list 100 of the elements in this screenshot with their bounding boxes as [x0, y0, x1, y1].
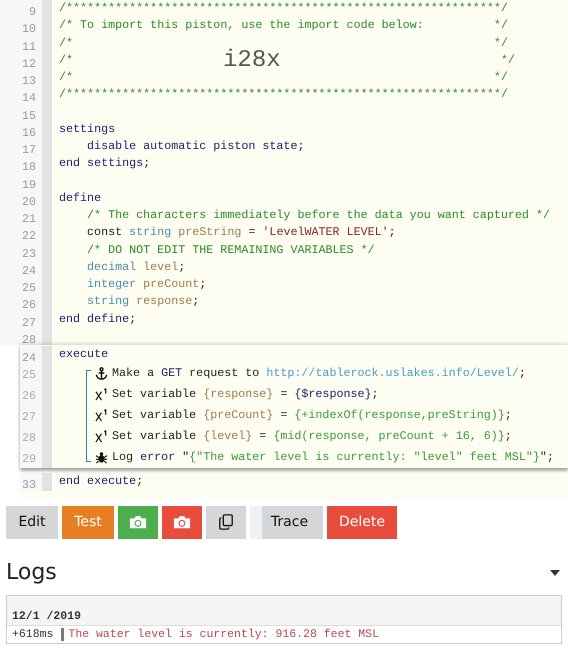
- line-number: 13: [22, 74, 36, 88]
- code-text: ;: [504, 428, 512, 446]
- code-type: decimal: [87, 258, 138, 276]
- code-text: ;: [372, 386, 379, 404]
- line-number: 27: [22, 316, 36, 330]
- code-text: ;: [297, 138, 304, 156]
- code-expression: {"The water level is currently: "level" feet MSL"}: [189, 449, 540, 466]
- code-variable: level: [143, 258, 178, 276]
- line-number: 16: [22, 126, 36, 140]
- code-keyword: {$response}: [294, 386, 372, 404]
- code-text: ;: [136, 473, 144, 490]
- code-text: ";: [540, 449, 554, 466]
- code-text: ;: [192, 293, 200, 310]
- code-variable: response: [136, 293, 192, 310]
- copy-button[interactable]: [206, 506, 246, 538]
- url-link[interactable]: http://tablerock.uslakes.info/Level/: [266, 363, 519, 384]
- code-text: ;: [388, 224, 396, 242]
- code-text: ;: [199, 276, 206, 294]
- line-number: 15: [22, 108, 36, 122]
- line-number: 18: [22, 160, 36, 174]
- code-variable: preCount: [143, 276, 200, 294]
- code-text: ": [181, 449, 190, 466]
- line-number: 28: [22, 332, 36, 347]
- code-comment: /**************************************************************/: [59, 86, 508, 104]
- code-text: =: [258, 428, 268, 446]
- code-comment: /**************************************************************/: [59, 0, 508, 18]
- line-number: 24: [22, 264, 36, 278]
- bug-icon: [95, 451, 108, 464]
- code-text: Log: [112, 449, 134, 466]
- camera-button[interactable]: [118, 506, 158, 538]
- line-number: 24: [22, 351, 36, 365]
- caret-icon[interactable]: [550, 570, 560, 576]
- code-text: ;: [129, 310, 136, 328]
- line-number: 11: [22, 40, 36, 54]
- line-number: 33: [22, 478, 36, 492]
- code-text: Set variable: [112, 428, 198, 446]
- code-text: =: [279, 407, 288, 424]
- log-message: The water level is currently: 916.28 feet MSL: [68, 628, 379, 640]
- code-text: request to: [188, 365, 260, 382]
- line-number: 17: [22, 143, 36, 157]
- code-comment: /*: [59, 52, 74, 69]
- copy-icon: [217, 514, 235, 530]
- code-comment: /* DO NOT EDIT THE REMAINING VARIABLES */: [87, 242, 375, 259]
- code-text: Make a: [112, 365, 156, 382]
- log-time: +618ms: [12, 628, 54, 640]
- log-level-marker: [61, 628, 64, 640]
- code-keyword: define: [59, 190, 102, 207]
- variable-icon: [95, 430, 108, 444]
- variable-icon: [95, 388, 108, 402]
- code-text: =: [279, 386, 288, 404]
- action-button[interactable]: Edit: [6, 506, 58, 538]
- action-button[interactable]: Delete: [327, 506, 397, 538]
- line-number: 28: [22, 431, 36, 446]
- code-expression: {+indexOf(response,preString)}: [294, 407, 505, 424]
- code-variable: {level}: [203, 428, 252, 446]
- logs-heading: Logs: [6, 558, 57, 586]
- gutter-strip: [42, 473, 52, 490]
- line-number: 19: [22, 178, 36, 192]
- log-date: 12/1 /2019: [12, 610, 82, 622]
- code-variable: {response}: [203, 386, 274, 404]
- action-button[interactable]: Test: [62, 506, 114, 538]
- code-text: =: [247, 224, 256, 242]
- code-text: Set variable: [112, 407, 198, 424]
- camera-button[interactable]: [162, 506, 202, 538]
- trace-button[interactable]: Trace: [250, 506, 323, 538]
- code-keyword: end settings: [59, 155, 144, 172]
- code-text: const: [87, 224, 124, 242]
- code-comment: /* To import this piston, use the import code below: */: [59, 17, 508, 34]
- line-number: 9: [28, 5, 36, 19]
- line-number: 10: [22, 22, 36, 36]
- code-comment: /* */: [59, 69, 508, 86]
- code-keyword: GET: [161, 365, 182, 382]
- code-type: string: [87, 293, 130, 310]
- line-number: 27: [22, 410, 36, 424]
- code-text: ;: [178, 258, 186, 276]
- code-keyword: end define: [59, 310, 130, 328]
- line-number: 29: [22, 452, 36, 466]
- line-number: 25: [22, 281, 36, 295]
- code-variable: {preCount}: [203, 407, 274, 424]
- line-number: 26: [22, 298, 36, 312]
- code-type: string: [129, 224, 172, 242]
- code-keyword: disable automatic piston state: [87, 138, 298, 156]
- code-comment: /* The characters immediately before the data you want captured */: [87, 207, 550, 224]
- code-type: integer: [87, 276, 138, 294]
- code-text: ;: [518, 365, 526, 382]
- line-number: 25: [22, 368, 36, 382]
- code-comment: */: [500, 52, 515, 69]
- line-number: 26: [22, 389, 36, 404]
- anchor-icon: [95, 367, 108, 380]
- camera-icon: [129, 514, 147, 530]
- code-keyword: error: [140, 449, 176, 466]
- line-number: 23: [22, 246, 36, 260]
- line-number: 22: [22, 229, 36, 244]
- code-variable: preString: [178, 224, 242, 242]
- line-number: 12: [22, 56, 36, 71]
- code-string: 'LevelWATER LEVEL': [262, 224, 389, 242]
- variable-icon: [95, 409, 108, 422]
- line-number: 14: [22, 91, 36, 106]
- code-keyword: execute: [59, 346, 108, 364]
- code-expression: {mid(response, preCount + 16, 6)}: [273, 428, 505, 446]
